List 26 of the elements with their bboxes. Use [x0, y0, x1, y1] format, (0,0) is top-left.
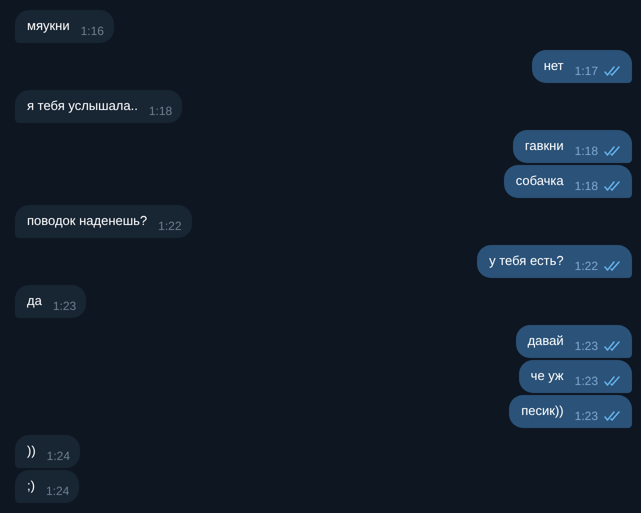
message-text: давай	[528, 332, 564, 350]
message-text: гавкни	[524, 137, 564, 155]
message-time: 1:17	[574, 64, 598, 78]
message-time: 1:23	[52, 299, 76, 313]
message-text: поводок наденешь?	[27, 212, 148, 230]
message-time: 1:22	[574, 259, 598, 273]
message-text: ))	[27, 442, 36, 460]
message-time: 1:22	[158, 219, 182, 233]
message-text: я тебя услышала..	[27, 97, 138, 115]
message-time: 1:16	[80, 24, 104, 38]
message-text: да	[27, 292, 42, 310]
message-text: че уж	[530, 367, 564, 385]
message-text: ;)	[27, 477, 35, 495]
message-time: 1:24	[46, 449, 70, 463]
message-text: у тебя есть?	[489, 252, 564, 270]
message-time: 1:23	[574, 409, 598, 423]
message-time: 1:18	[148, 104, 172, 118]
message-time: 1:18	[574, 179, 598, 193]
message-text: собачка	[516, 172, 564, 190]
message-time: 1:18	[574, 144, 598, 158]
message-time: 1:23	[574, 339, 598, 353]
message-text: нет	[544, 57, 564, 75]
message-time: 1:24	[46, 484, 70, 498]
message-time: 1:23	[574, 374, 598, 388]
message-text: песик))	[521, 402, 564, 420]
message-text: мяукни	[27, 17, 70, 35]
